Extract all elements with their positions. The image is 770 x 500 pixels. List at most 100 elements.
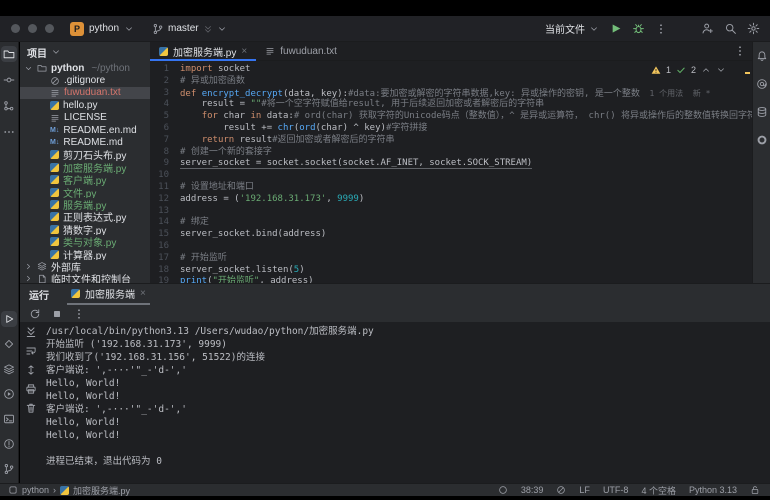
code-with-me-user-add-icon[interactable]: [701, 22, 714, 35]
branch-widget[interactable]: master: [152, 23, 227, 35]
breadcrumb-file[interactable]: 加密服务端.py: [73, 484, 130, 497]
more-tool-icon[interactable]: [1, 124, 17, 140]
code-token: char: [223, 111, 250, 121]
python-console-tool-icon[interactable]: [1, 386, 17, 402]
expand-all-icon[interactable]: [25, 364, 37, 376]
code-token: #将一个空字符赋值给result, 用于后续返回加密或者解密后的字符串: [261, 99, 544, 109]
interpreter[interactable]: Python 3.13: [689, 485, 737, 495]
tree-item[interactable]: LICENSE: [20, 112, 150, 124]
minimize-window-button[interactable]: [28, 24, 37, 33]
notifications-bell-icon[interactable]: [754, 48, 770, 64]
tree-item[interactable]: 剪刀石头布.py: [20, 149, 150, 161]
ai-assistant-icon[interactable]: [754, 76, 770, 92]
tree-item[interactable]: 客户端.py: [20, 174, 150, 186]
terminal-tool-icon[interactable]: [1, 411, 17, 427]
close-icon[interactable]: ×: [241, 46, 247, 57]
warning-count: 1: [666, 65, 671, 75]
close-window-button[interactable]: [11, 24, 20, 33]
more-actions-kebab-icon[interactable]: [655, 23, 667, 35]
tree-item[interactable]: M↓README.en.md: [20, 124, 150, 136]
close-icon[interactable]: ×: [140, 288, 146, 299]
tree-item-label: 剪刀石头布.py: [63, 149, 126, 161]
python-file-icon: [71, 289, 80, 298]
run-tool-icon[interactable]: [1, 311, 17, 327]
run-panel-title: 运行: [29, 287, 49, 302]
tree-item[interactable]: 临时文件和控制台: [20, 273, 150, 283]
project-folder-tool-icon[interactable]: [1, 46, 17, 62]
code-token: 9999: [337, 194, 359, 204]
editor-tab[interactable]: fuwuduan.txt: [256, 42, 346, 60]
code-token: result =: [180, 99, 250, 109]
tab-options-kebab-icon[interactable]: [734, 45, 746, 57]
run-button[interactable]: [609, 22, 622, 35]
tree-item[interactable]: 类与对象.py: [20, 235, 150, 247]
chevron-up-icon[interactable]: [701, 65, 711, 75]
python-file-icon: [50, 250, 59, 259]
code-line: server_socket = socket.socket(socket.AF_…: [180, 158, 752, 170]
code-line: # 绑定: [180, 217, 752, 229]
tree-item[interactable]: 外部库: [20, 260, 150, 272]
code-line: # 设置地址和端口: [180, 182, 752, 194]
tree-item[interactable]: 正则表达式.py: [20, 211, 150, 223]
run-tab[interactable]: 加密服务端 ×: [67, 284, 150, 305]
code-line: [180, 206, 752, 218]
run-tool-window: 运行 加密服务端 × /usr/local/bin/python3.13 /Us…: [20, 283, 770, 483]
code-editor[interactable]: 1234567891011121314151617181920 import s…: [150, 61, 752, 283]
line-number: 7: [150, 135, 169, 147]
tree-item[interactable]: 服务端.py: [20, 198, 150, 210]
kebab-icon[interactable]: [73, 308, 85, 320]
tree-item[interactable]: 计算器.py: [20, 248, 150, 260]
project-widget[interactable]: P python: [70, 22, 134, 36]
code-token: "": [250, 99, 261, 109]
tree-item[interactable]: M↓README.md: [20, 136, 150, 148]
clear-icon[interactable]: [25, 402, 37, 414]
problems-tool-icon[interactable]: [1, 436, 17, 452]
tree-item[interactable]: fuwuduan.txt: [20, 87, 150, 99]
tree-item-label: .gitignore: [64, 75, 105, 86]
run-config-selector[interactable]: 当前文件: [545, 21, 599, 36]
print-icon[interactable]: [25, 383, 37, 395]
line-ending[interactable]: LF: [579, 485, 590, 495]
code-line: address = ('192.168.31.173', 9999): [180, 194, 752, 206]
tree-item[interactable]: .gitignore: [20, 74, 150, 86]
search-everywhere-icon[interactable]: [724, 22, 737, 35]
fullscreen-window-button[interactable]: [45, 24, 54, 33]
breadcrumb-project[interactable]: python: [22, 485, 49, 495]
code-line: # 开始监听: [180, 253, 752, 265]
tree-item[interactable]: 文件.py: [20, 186, 150, 198]
editor-tab[interactable]: 加密服务端.py×: [150, 42, 256, 60]
console-area: /usr/local/bin/python3.13 /Users/wudao/p…: [20, 322, 770, 483]
readonly-toggle-icon[interactable]: [556, 485, 566, 495]
plugin-donut-icon[interactable]: [754, 132, 770, 148]
tree-item[interactable]: hello.py: [20, 99, 150, 111]
commit-tool-icon[interactable]: [1, 72, 17, 88]
tree-item[interactable]: 加密服务端.py: [20, 161, 150, 173]
settings-gear-icon[interactable]: [747, 22, 760, 35]
unlock-icon[interactable]: [750, 485, 760, 495]
titlebar-actions: 当前文件: [545, 21, 760, 36]
debug-button[interactable]: [632, 22, 645, 35]
code-token: [180, 135, 202, 145]
run-toolbar: [20, 305, 770, 322]
tree-item[interactable]: python~/python: [20, 62, 150, 74]
structure-tool-icon[interactable]: [1, 98, 17, 114]
chevron-down-icon: [51, 47, 61, 57]
tree-item[interactable]: 猜数字.py: [20, 223, 150, 235]
encoding[interactable]: UTF-8: [603, 485, 629, 495]
packages-tool-icon[interactable]: [1, 361, 17, 377]
project-panel-header[interactable]: 项目: [20, 42, 150, 62]
inspections-widget[interactable]: 1 2: [647, 64, 730, 76]
console-output[interactable]: /usr/local/bin/python3.13 /Users/wudao/p…: [46, 325, 770, 483]
indent-setting[interactable]: 4 个空格: [641, 484, 676, 497]
stop-icon[interactable]: [51, 308, 63, 320]
code-token: encrypt_decrypt: [202, 89, 283, 99]
database-icon[interactable]: [754, 104, 770, 120]
rerun-icon[interactable]: [29, 308, 41, 320]
services-tool-icon[interactable]: [1, 336, 17, 352]
soft-wrap-icon[interactable]: [25, 345, 37, 357]
version-control-tool-icon[interactable]: [1, 461, 17, 477]
chevron-down-icon[interactable]: [716, 65, 726, 75]
scroll-end-icon[interactable]: [25, 326, 37, 338]
background-tasks-icon[interactable]: [498, 485, 508, 495]
cursor-position[interactable]: 38:39: [521, 485, 544, 495]
